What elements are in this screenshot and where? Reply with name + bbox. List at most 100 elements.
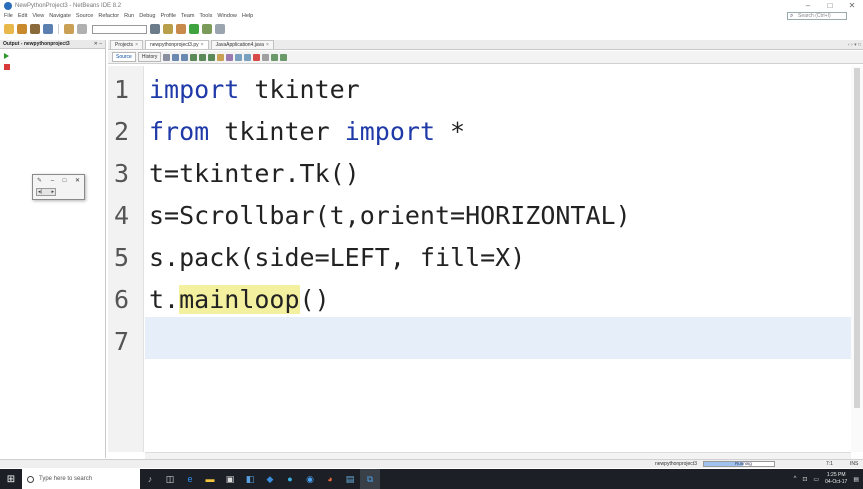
shift-left-icon[interactable] — [235, 53, 243, 61]
clean-build-icon[interactable] — [176, 24, 186, 34]
set-config-icon[interactable] — [150, 24, 160, 34]
menu-help[interactable]: Help — [242, 13, 253, 19]
output-tab-controls[interactable]: ✕ – — [94, 41, 102, 47]
new-project-icon[interactable] — [17, 24, 27, 34]
running-project-label: newpythonproject3 — [655, 461, 697, 467]
find-previous-icon[interactable] — [199, 53, 207, 61]
tray-chevron-icon[interactable]: ^ — [794, 476, 797, 482]
configuration-select[interactable] — [92, 24, 147, 34]
new-file-icon[interactable] — [4, 24, 14, 34]
run-project-icon[interactable] — [189, 24, 199, 34]
scroll-left-arrow[interactable]: ◂| — [38, 189, 42, 195]
menu-profile[interactable]: Profile — [160, 13, 176, 19]
chrome-icon[interactable]: ◕ — [320, 469, 340, 489]
undo-icon[interactable] — [64, 24, 74, 34]
history-view-button[interactable]: History — [137, 52, 162, 62]
save-all-icon[interactable] — [43, 24, 53, 34]
code-line-2[interactable]: from tkinter import * — [149, 112, 465, 152]
redo-icon[interactable] — [77, 24, 87, 34]
tab-newpythonproject3-py[interactable]: newpythonproject3.py × — [144, 40, 209, 49]
rerun-icon[interactable] — [4, 53, 9, 59]
build-icon[interactable] — [163, 24, 173, 34]
shift-right-icon[interactable] — [244, 53, 252, 61]
windows-start-icon[interactable]: ⊞ — [0, 469, 22, 489]
source-view-button[interactable]: Source — [112, 52, 136, 62]
output-tab[interactable]: Output - newpythonproject3 ✕ – — [0, 40, 105, 49]
profile-project-icon[interactable] — [215, 24, 225, 34]
uncomment-icon[interactable] — [280, 53, 288, 61]
close-button[interactable]: ✕ — [841, 0, 863, 11]
tk-minimize-button[interactable]: – — [51, 178, 54, 184]
tk-window[interactable]: ✎ – □ ✕ ◂| ▸ — [32, 174, 85, 200]
menu-source[interactable]: Source — [76, 13, 93, 19]
find-icon[interactable] — [190, 53, 198, 61]
toggle-bookmark-icon[interactable] — [226, 53, 234, 61]
start-macro-icon[interactable] — [253, 53, 261, 61]
code-line-6[interactable]: t.mainloop() — [149, 280, 330, 320]
tab-javaapplication4-java[interactable]: JavaApplication4.java × — [210, 40, 274, 49]
vertical-scrollbar[interactable] — [851, 66, 863, 452]
app-icon[interactable]: ◆ — [260, 469, 280, 489]
cortana-icon — [27, 475, 34, 483]
code-editor[interactable]: import tkinter from tkinter import * t=t… — [145, 66, 851, 452]
netbeans-taskbar-icon[interactable]: ⧉ — [360, 469, 380, 489]
menu-navigate[interactable]: Navigate — [49, 13, 71, 19]
minimize-button[interactable]: – — [797, 0, 819, 11]
horizontal-scrollbar[interactable] — [145, 452, 851, 459]
last-edit-icon[interactable] — [163, 53, 171, 61]
menu-tools[interactable]: Tools — [200, 13, 213, 19]
microphone-icon[interactable]: ♪ — [140, 469, 160, 489]
app-icon[interactable]: ◧ — [240, 469, 260, 489]
window-title: NewPythonProject3 - NetBeans IDE 8.2 — [15, 2, 122, 9]
code-line-1[interactable]: import tkinter — [149, 70, 360, 110]
menu-edit[interactable]: Edit — [18, 13, 27, 19]
network-icon[interactable]: ⊡ — [802, 476, 807, 483]
app-icon[interactable]: ◉ — [300, 469, 320, 489]
find-next-icon[interactable] — [208, 53, 216, 61]
code-line-4[interactable]: s=Scrollbar(t,orient=HORIZONTAL) — [149, 196, 631, 236]
file-explorer-icon[interactable]: ▬ — [200, 469, 220, 489]
menu-run[interactable]: Run — [124, 13, 134, 19]
title-bar: NewPythonProject3 - NetBeans IDE 8.2 — [0, 0, 863, 11]
tk-close-button[interactable]: ✕ — [75, 177, 80, 184]
edge-browser-icon[interactable]: e — [180, 469, 200, 489]
menu-refactor[interactable]: Refactor — [98, 13, 119, 19]
toggle-highlight-icon[interactable] — [217, 53, 225, 61]
tk-window-titlebar[interactable]: ✎ – □ ✕ — [33, 175, 84, 186]
tk-maximize-button[interactable]: □ — [63, 178, 67, 184]
tab-navigation-arrows[interactable]: ‹ › ▾ □ — [848, 40, 861, 50]
scrollbar-thumb[interactable] — [854, 68, 860, 408]
app-icon[interactable]: ● — [280, 469, 300, 489]
store-icon[interactable]: ▣ — [220, 469, 240, 489]
comment-icon[interactable] — [271, 53, 279, 61]
close-icon[interactable]: × — [135, 42, 138, 48]
tk-feather-icon: ✎ — [37, 178, 43, 184]
insert-mode: INS — [850, 461, 859, 467]
tk-scrollbar[interactable]: ◂| ▸ — [36, 188, 56, 196]
stop-macro-icon[interactable] — [262, 53, 270, 61]
close-icon[interactable]: × — [201, 42, 204, 48]
open-project-icon[interactable] — [30, 24, 40, 34]
taskbar-search-box[interactable]: Type here to search — [22, 469, 140, 489]
debug-project-icon[interactable] — [202, 24, 212, 34]
menu-file[interactable]: File — [4, 13, 13, 19]
menu-team[interactable]: Team — [181, 13, 194, 19]
scroll-right-arrow[interactable]: ▸ — [51, 189, 54, 195]
quick-search-input[interactable]: ⌕ Search (Ctrl+I) — [787, 12, 847, 20]
task-view-icon[interactable]: ◫ — [160, 469, 180, 489]
code-line-5[interactable]: s.pack(side=LEFT, fill=X) — [149, 238, 525, 278]
clock[interactable]: 1:25 PM 04-Oct-17 — [825, 472, 847, 486]
menu-window[interactable]: Window — [217, 13, 237, 19]
forward-icon[interactable] — [181, 53, 189, 61]
stop-icon[interactable] — [4, 64, 10, 70]
menu-view[interactable]: View — [32, 13, 44, 19]
back-icon[interactable] — [172, 53, 180, 61]
keyboard-icon[interactable]: ▭ — [813, 476, 819, 483]
tab-projects[interactable]: Projects × — [110, 40, 143, 49]
close-icon[interactable]: × — [266, 42, 269, 48]
code-line-3[interactable]: t=tkinter.Tk() — [149, 154, 360, 194]
menu-debug[interactable]: Debug — [139, 13, 155, 19]
maximize-button[interactable]: □ — [819, 0, 841, 11]
app-icon[interactable]: ▤ — [340, 469, 360, 489]
notifications-icon[interactable]: ▤ — [853, 476, 859, 483]
